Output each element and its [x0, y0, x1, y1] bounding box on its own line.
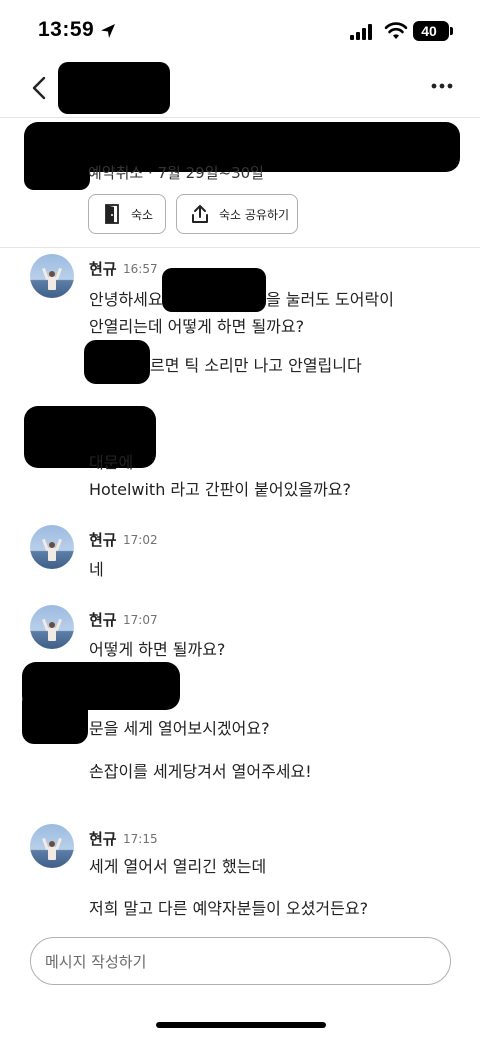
redacted-listing-thumb: [24, 148, 90, 190]
share-icon: [192, 205, 208, 223]
message-time: 17:02: [123, 533, 158, 547]
more-horizontal-icon[interactable]: [428, 76, 456, 96]
compose-placeholder: 메시지 작성하기: [45, 953, 147, 971]
share-lodging-button[interactable]: 숙소 공유하기: [176, 194, 298, 234]
location-arrow-icon: [101, 24, 115, 38]
home-indicator[interactable]: [156, 1022, 326, 1028]
lodging-button[interactable]: 숙소: [88, 194, 166, 234]
sender-name: 현규: [89, 611, 117, 629]
avatar[interactable]: [30, 824, 74, 868]
chevron-left-icon[interactable]: [26, 74, 54, 102]
message-text: 손잡이를 세게당겨서 열어주세요!: [89, 762, 312, 781]
message-text: 안열리는데 어떻게 하면 될까요?: [89, 317, 305, 336]
message-text: 대문에: [89, 453, 134, 472]
sender-name: 현규: [89, 830, 117, 848]
redacted-text: [84, 340, 150, 384]
message-text: Hotelwith 라고 간판이 붙어있을까요?: [89, 480, 351, 499]
redacted-text: [162, 268, 266, 312]
battery-cap: [450, 27, 453, 35]
status-bar: 13:59 40: [0, 0, 480, 62]
message-text: 안녕하세요: [89, 290, 163, 309]
message-text: 세게 열어서 열리긴 했는데: [89, 857, 267, 876]
message-text: 문을 세게 열어보시겠어요?: [89, 719, 270, 738]
redacted-host-avatar: [22, 690, 88, 744]
conversation-header: [0, 62, 480, 118]
message-compose-input[interactable]: 메시지 작성하기: [30, 937, 451, 985]
reservation-status: 예약취소 · 7월 29일~30일: [88, 164, 264, 182]
message-text: 르면 틱 소리만 나고 안열립니다: [150, 356, 362, 375]
wifi-icon: [384, 22, 408, 39]
door-icon: [105, 204, 119, 224]
share-lodging-button-label: 숙소 공유하기: [219, 207, 290, 222]
redacted-host-name: [58, 62, 170, 114]
battery-level: 40: [421, 23, 437, 39]
reservation-summary: 예약취소 · 7월 29일~30일 숙소 숙소 공유하기: [0, 118, 480, 248]
avatar[interactable]: [30, 605, 74, 649]
message-text: 어떻게 하면 될까요?: [89, 640, 226, 659]
message-text: 저희 말고 다른 예약자분들이 오셨거든요?: [89, 899, 369, 918]
status-time: 13:59: [38, 18, 95, 41]
sender-name: 현규: [89, 260, 117, 278]
lodging-button-label: 숙소: [131, 207, 154, 222]
message-time: 17:15: [123, 832, 158, 846]
message-text: 네: [89, 560, 104, 579]
avatar[interactable]: [30, 254, 74, 298]
avatar[interactable]: [30, 525, 74, 569]
sender-name: 현규: [89, 531, 117, 549]
message-text: 을 눌러도 도어락이: [266, 290, 394, 309]
cellular-signal-icon: [350, 24, 372, 40]
message-time: 17:07: [123, 613, 158, 627]
message-time: 16:57: [123, 262, 158, 276]
